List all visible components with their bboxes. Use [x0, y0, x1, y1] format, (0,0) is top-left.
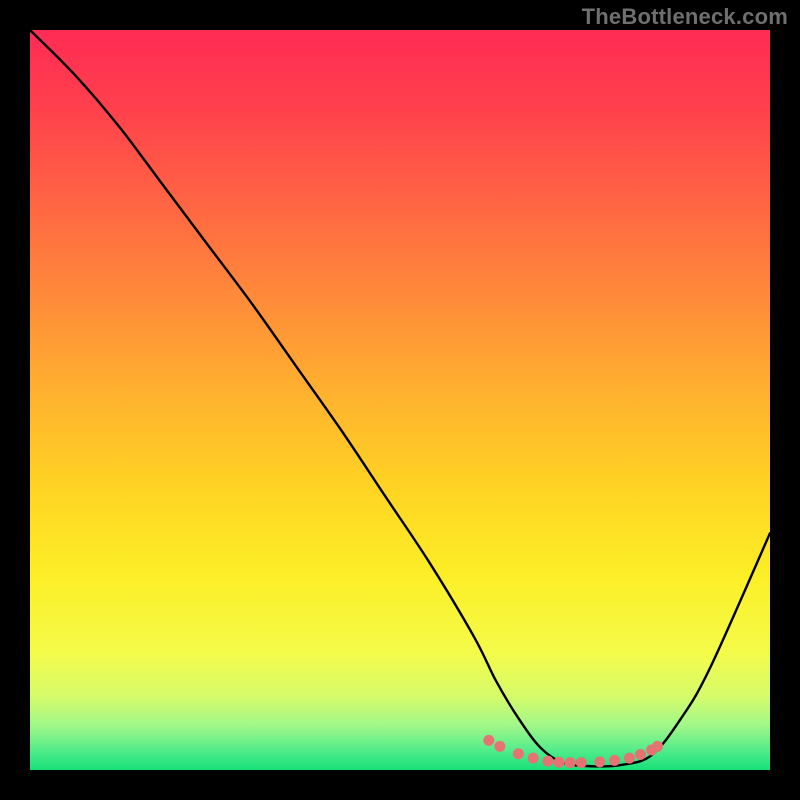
marker-dot — [609, 755, 620, 766]
marker-dot — [483, 735, 494, 746]
chart-frame: TheBottleneck.com — [0, 0, 800, 800]
marker-dot — [635, 749, 646, 760]
marker-dot — [528, 753, 539, 764]
marker-dot — [494, 741, 505, 752]
plot-svg — [30, 30, 770, 770]
marker-dot — [554, 757, 565, 768]
marker-dot — [594, 756, 605, 767]
plot-area — [30, 30, 770, 770]
gradient-background — [30, 30, 770, 770]
marker-dot — [652, 741, 663, 752]
watermark-text: TheBottleneck.com — [582, 4, 788, 30]
marker-dot — [565, 757, 576, 768]
marker-dot — [576, 757, 587, 768]
marker-dot — [543, 756, 554, 767]
marker-dot — [624, 753, 635, 764]
marker-dot — [513, 748, 524, 759]
